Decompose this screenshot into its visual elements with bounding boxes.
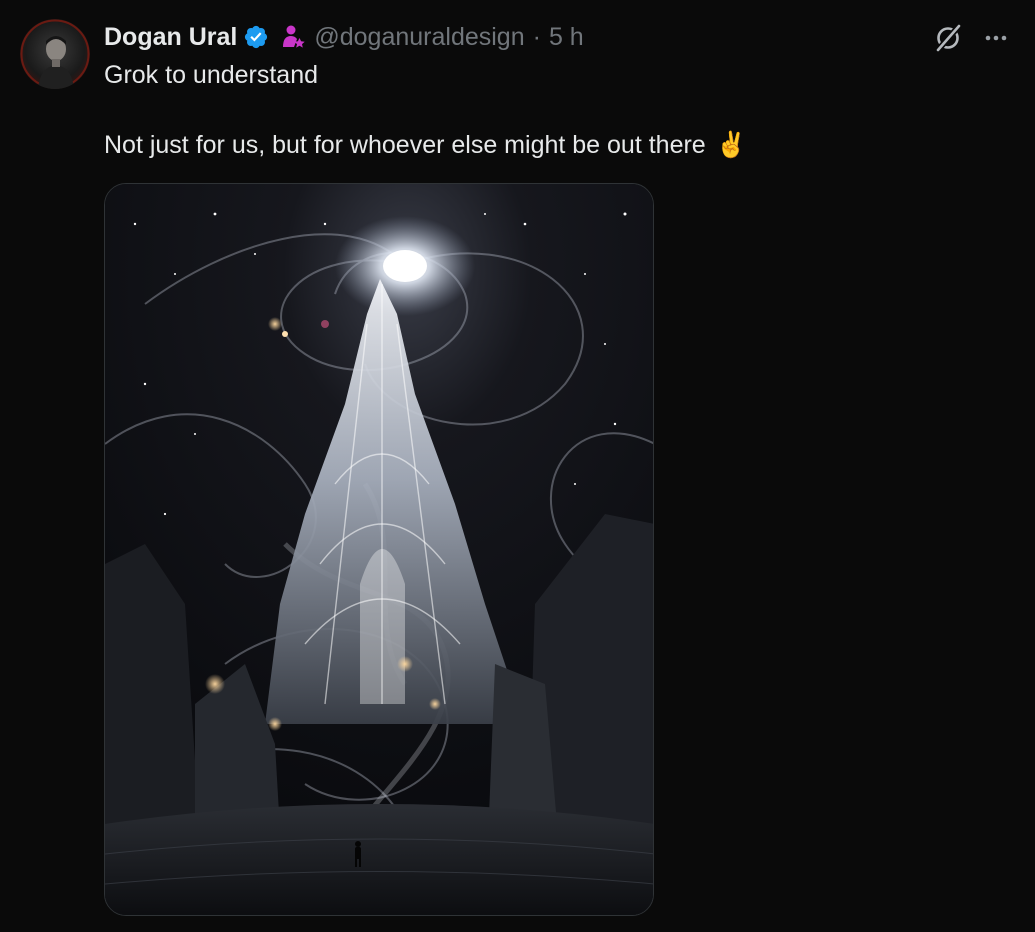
tweet-header: Dogan Ural @doganuraldesign · 5 h [104, 20, 584, 54]
peace-emoji: ✌️ [715, 131, 747, 159]
author-handle[interactable]: @doganuraldesign [314, 23, 524, 52]
verified-badge-icon[interactable] [243, 24, 269, 50]
cosmic-cathedral-image [105, 184, 653, 915]
grok-icon[interactable] [932, 22, 964, 54]
author-display-name[interactable]: Dogan Ural [104, 23, 237, 52]
tweet-text: Grok to understand Not just for us, but … [104, 58, 984, 162]
tweet: Dogan Ural @doganuraldesign · 5 h Grok t… [0, 0, 1035, 932]
tweet-text-line-2: Not just for us, but for whoever else mi… [104, 131, 706, 159]
separator-dot: · [532, 22, 541, 51]
person-star-icon[interactable] [279, 23, 307, 51]
avatar-image [20, 19, 90, 89]
avatar[interactable] [20, 19, 90, 89]
tweet-text-line-1: Grok to understand [104, 61, 319, 89]
tweet-timestamp[interactable]: 5 h [549, 23, 584, 52]
more-horizontal-icon[interactable] [980, 22, 1012, 54]
tweet-media-image[interactable] [104, 183, 654, 916]
